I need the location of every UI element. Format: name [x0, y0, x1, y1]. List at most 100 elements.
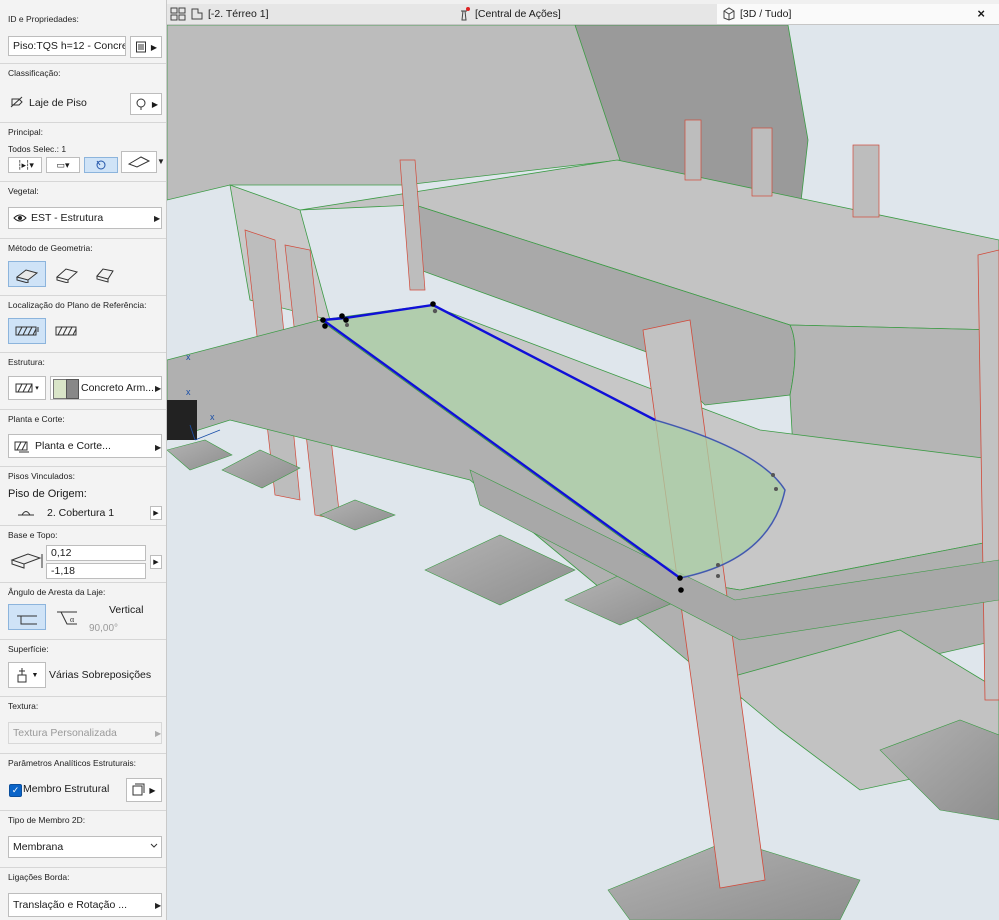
section-title: Parâmetros Analíticos Estruturais: [8, 758, 137, 768]
geometry-basic-button[interactable] [8, 261, 46, 287]
selection-mode-button-1[interactable]: ┆▸┆▾ [8, 157, 42, 173]
section-title: Pisos Vinculados: [8, 471, 75, 481]
tab-action-center[interactable]: [Central de Ações] [457, 4, 561, 24]
chevron-right-icon: ▶ [155, 384, 162, 393]
chevron-down-icon[interactable]: ▼ [157, 157, 165, 166]
section-title: Principal: [8, 127, 43, 137]
column [751, 127, 773, 197]
tab-floor-plan[interactable]: [-2. Térreo 1] [170, 4, 269, 24]
reference-top-button[interactable] [8, 318, 46, 344]
section-edge-angle: Ângulo de Aresta da Laje: α Vertical 90,… [0, 582, 166, 639]
structure-type-button[interactable]: ▾ [8, 376, 46, 400]
page-icon [135, 41, 146, 53]
edge-degrees-value: 90,00° [89, 623, 119, 634]
tree-icon [136, 98, 146, 110]
geometry-complex-button[interactable] [88, 261, 122, 287]
section-classification: Classificação: Laje de Piso ▶ [0, 63, 166, 122]
properties-button[interactable]: ▶ [130, 36, 162, 58]
section-surface: Superfície: ▼ Várias Sobreposições [0, 639, 166, 696]
chevron-right-icon: ▶ [153, 559, 159, 566]
rotate-icon [96, 160, 106, 170]
home-story-value[interactable]: 2. Cobertura 1 [47, 507, 114, 519]
surface-value: Várias Sobreposições [49, 669, 152, 681]
edge-vertical-label: Vertical [109, 604, 144, 616]
edge-angle-icon: α [57, 611, 77, 625]
surface-brush-button[interactable]: ▼ [8, 662, 46, 688]
section-floor-plan: Planta e Corte: Planta e Corte... ▶ [0, 409, 166, 466]
slab-complex-icon [96, 268, 114, 283]
section-layer: Vegetal: EST - Estrutura ▶ [0, 181, 166, 238]
classification-button[interactable]: ▶ [130, 93, 162, 115]
section-title: Tipo de Membro 2D: [8, 815, 86, 825]
thickness-icon [10, 553, 43, 569]
structure-settings-icon [132, 783, 145, 796]
close-icon[interactable]: × [977, 4, 985, 24]
material-swatch-dark [66, 379, 79, 399]
slab-icon [127, 156, 151, 168]
base-top-arrow[interactable]: ▶ [150, 555, 162, 569]
tab-3d-all[interactable]: [3D / Tudo] × [717, 4, 999, 24]
hatch-icon [15, 326, 39, 336]
edge-links-dropdown[interactable]: Translação e Rotação ... [8, 893, 162, 917]
base-offset-input[interactable]: -1,18 [46, 563, 146, 579]
member-type-select[interactable]: Membrana [8, 836, 162, 858]
chevron-right-icon: ▶ [155, 729, 162, 738]
section-member-type: Tipo de Membro 2D: Membrana [0, 810, 166, 867]
section-title: Superfície: [8, 644, 49, 654]
texture-dropdown[interactable]: Textura Personalizada [8, 722, 162, 744]
classification-icon [10, 96, 23, 108]
chevron-right-icon: ▶ [153, 510, 159, 517]
hatch-icon [55, 326, 77, 336]
section-base-top: Base e Topo: 0,12 -1,18 ▶ [0, 525, 166, 582]
home-story-arrow[interactable]: ▶ [150, 506, 162, 520]
edge-vertical-button[interactable] [8, 604, 46, 630]
analytic-settings-button[interactable]: ▶ [126, 778, 162, 802]
section-title: Classificação: [8, 68, 61, 78]
section-structure: Estrutura: ▾ Concreto Arm... ▶ [0, 352, 166, 409]
chevron-right-icon: ▶ [155, 901, 162, 910]
chevron-right-icon: ▶ [155, 443, 162, 452]
section-title: Ângulo de Aresta da Laje: [8, 587, 106, 597]
slab-shape-button[interactable] [121, 151, 157, 173]
floor-plan-dropdown[interactable]: Planta e Corte... [8, 434, 162, 458]
slab-basic-icon [15, 269, 39, 283]
section-edge-links: Ligações Borda: Translação e Rotação ...… [0, 867, 166, 920]
section-id-properties: ID e Propriedades: Piso:TQS h=12 - Concr… [0, 4, 166, 62]
structural-member-checkbox[interactable]: ✓ [9, 784, 22, 797]
section-analytic: Parâmetros Analíticos Estruturais: ✓ Mem… [0, 753, 166, 810]
id-field[interactable]: Piso:TQS h=12 - Concreto [8, 36, 126, 56]
material-swatch [53, 379, 67, 399]
reference-bottom-button[interactable] [50, 318, 84, 344]
axis-label-x3: x [210, 412, 215, 422]
edge-angle-button[interactable]: α [52, 604, 82, 630]
geometry-slope-button[interactable] [50, 261, 84, 287]
dark-object [167, 400, 197, 440]
lighthouse-icon [461, 7, 470, 21]
section-geometry-method: Método de Geometria: [0, 238, 166, 295]
svg-text:α: α [70, 615, 75, 624]
settings-panel: ID e Propriedades: Piso:TQS h=12 - Concr… [0, 0, 167, 920]
section-title: Planta e Corte: [8, 414, 65, 424]
floor-plan-tab-icon [191, 8, 203, 20]
magic-wand-button[interactable] [84, 157, 118, 173]
selection-mode-button-2[interactable]: ▭▾ [46, 157, 80, 173]
axis-label-x2: x [186, 387, 191, 397]
slab-slope-icon [55, 268, 79, 283]
all-selected-label: Todos Selec.: 1 [8, 144, 67, 154]
section-reference-plane: Localização do Plano de Referência: [0, 295, 166, 352]
section-title: Estrutura: [8, 357, 45, 367]
3d-model: x x x [167, 25, 999, 920]
classification-value: Laje de Piso [29, 97, 87, 109]
section-linked-stories: Pisos Vinculados: Piso de Origem: 2. Cob… [0, 466, 166, 525]
3d-viewport[interactable]: x x x [167, 25, 999, 920]
top-offset-input[interactable]: 0,12 [46, 545, 146, 561]
story-icon [18, 511, 34, 516]
paint-bucket-icon [17, 668, 27, 683]
axis-label-x: x [186, 352, 191, 362]
section-principal: Principal: Todos Selec.: 1 ┆▸┆▾ ▭▾ ▼ [0, 122, 166, 181]
eye-icon [13, 214, 27, 222]
layer-dropdown[interactable]: EST - Estrutura [8, 207, 162, 229]
section-title: Textura: [8, 701, 39, 711]
column [852, 144, 880, 218]
chevron-right-icon: ▶ [154, 214, 161, 223]
